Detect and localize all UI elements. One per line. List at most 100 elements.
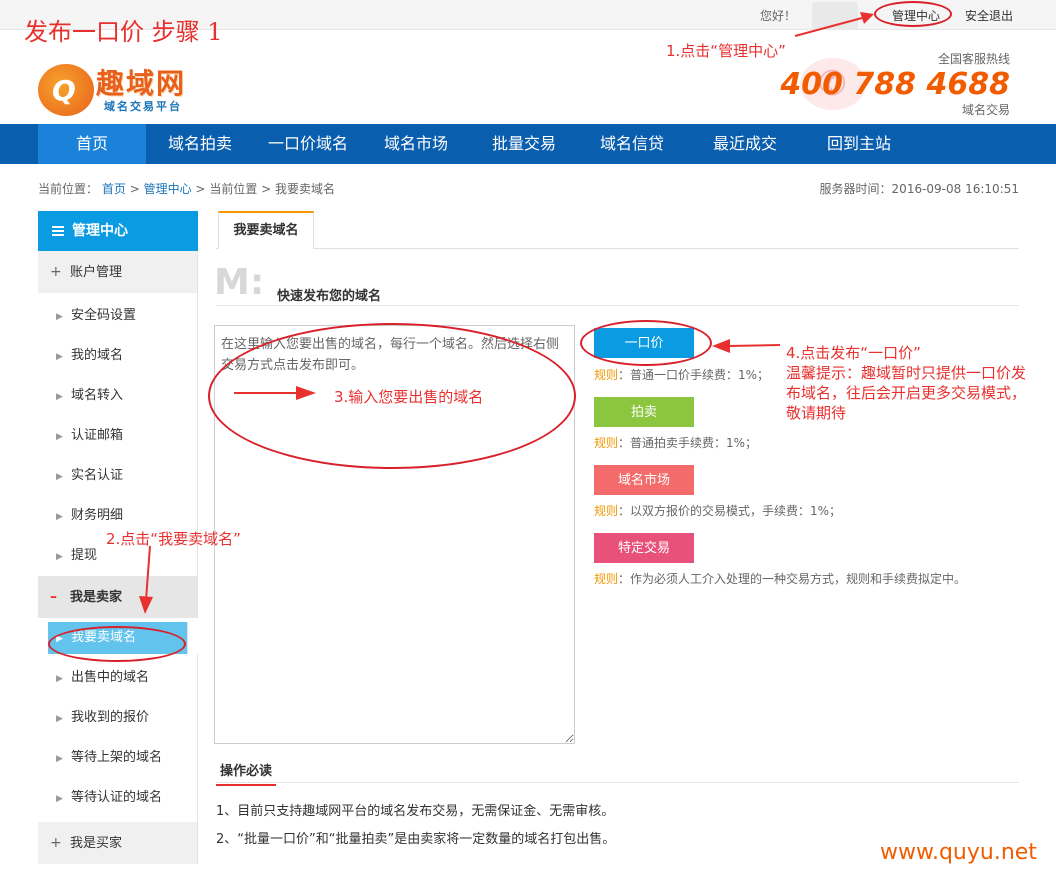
annotation-ellipse-fixed-price: [580, 320, 712, 366]
annotation-ellipse-sell: [48, 626, 186, 662]
caret-right-icon: ▶: [56, 512, 63, 522]
nav-item-auction[interactable]: 域名拍卖: [146, 124, 254, 164]
section-letter: M:: [214, 262, 265, 303]
caret-right-icon: ▶: [56, 432, 63, 442]
market-rule: 规则：以双方报价的交易模式，手续费：1%；: [594, 502, 841, 519]
sidebar-group-seller[interactable]: – 我是卖家: [38, 576, 198, 618]
caret-right-icon: ▶: [56, 674, 63, 684]
sidebar-item-label: 实名认证: [71, 468, 124, 483]
annotation-tip-line1: 温馨提示：趣域暂时只提供一口价发: [786, 364, 1027, 382]
menu-icon: [52, 224, 64, 238]
nav-item-home[interactable]: 首页: [38, 124, 146, 164]
logout-link[interactable]: 安全退出: [965, 7, 1013, 24]
sidebar-item-label: 我的域名: [71, 348, 124, 363]
greeting-text: 您好！: [760, 9, 797, 23]
special-deal-button[interactable]: 特定交易: [594, 533, 694, 563]
caret-right-icon: ▶: [56, 714, 63, 724]
breadcrumb-sep: >: [261, 182, 272, 196]
plus-icon: +: [50, 835, 62, 851]
nav-item-market[interactable]: 域名市场: [362, 124, 470, 164]
nav-item-fixed-price[interactable]: 一口价域名: [254, 124, 362, 164]
breadcrumb: 当前位置： 首页 > 管理中心 > 当前位置 > 我要卖域名: [38, 180, 335, 197]
caret-right-icon: ▶: [56, 352, 63, 362]
logo-mark-letter: Q: [52, 74, 76, 107]
sidebar-group-account[interactable]: + 账户管理: [38, 251, 198, 293]
user-avatar: [812, 2, 858, 30]
annotation-ellipse-manage: [874, 1, 952, 27]
annotation-step1: 1.点击“管理中心”: [666, 42, 786, 60]
sidebar-item-label: 出售中的域名: [71, 670, 150, 685]
step-title: 发布一口价 步骤 1: [24, 18, 223, 46]
sidebar-item-my-domains[interactable]: ▶ 我的域名: [38, 336, 198, 376]
sidebar-item-label: 安全码设置: [71, 308, 137, 323]
annotation-tip-line2: 布域名，往后会开启更多交易模式，: [786, 384, 1027, 402]
annotation-step3: 3.输入您要出售的域名: [334, 388, 484, 406]
rule-key: 规则: [594, 368, 619, 382]
notice-item: 1、目前只支持趣域网平台的域名发布交易，无需保证金、无需审核。: [216, 804, 615, 819]
sidebar-item-label: 我收到的报价: [71, 710, 150, 725]
market-button[interactable]: 域名市场: [594, 465, 694, 495]
section-title: 快速发布您的域名: [277, 289, 382, 304]
rule-key: 规则: [594, 436, 619, 450]
breadcrumb-sep: >: [195, 182, 206, 196]
divider: [216, 305, 1019, 306]
notice-item: 2、“批量一口价”和“批量拍卖”是由卖家将一定数量的域名打包出售。: [216, 832, 616, 847]
tab-bar: 我要卖域名: [216, 211, 1019, 249]
sidebar-item-security-code[interactable]: ▶ 安全码设置: [38, 296, 198, 336]
auction-rule: 规则：普通拍卖手续费：1%；: [594, 434, 757, 451]
nav-item-main-site[interactable]: 回到主站: [804, 124, 914, 164]
sidebar-group-buyer[interactable]: + 我是买家: [38, 822, 198, 864]
nav-item-credit[interactable]: 域名信贷: [578, 124, 686, 164]
sidebar-group-label: 我是买家: [70, 836, 123, 851]
sidebar-item-label: 等待认证的域名: [71, 790, 163, 805]
rule-text: ：以双方报价的交易模式，手续费：1%；: [618, 504, 842, 518]
logo-name: 趣域网: [96, 67, 187, 100]
nav-item-bulk[interactable]: 批量交易: [470, 124, 578, 164]
sidebar-item-pending-listing[interactable]: ▶ 等待上架的域名: [38, 738, 198, 778]
special-deal-rule: 规则：作为必须人工介入处理的一种交易方式，规则和手续费拟定中。: [594, 570, 966, 587]
breadcrumb-current: 我要卖域名: [275, 182, 336, 196]
rule-text: ：普通一口价手续费：1%；: [618, 368, 770, 382]
main-nav: 首页 域名拍卖 一口价域名 域名市场 批量交易 域名信贷 最近成交 回到主站: [0, 124, 1056, 164]
minus-icon: –: [50, 589, 57, 605]
hotline-number: 400 788 4688: [780, 67, 1010, 102]
rule-text: ：作为必须人工介入处理的一种交易方式，规则和手续费拟定中。: [618, 572, 967, 586]
sidebar-item-pending-verify[interactable]: ▶ 等待认证的域名: [38, 778, 198, 818]
site-logo[interactable]: Q 趣域网 域名交易平台: [38, 60, 198, 116]
caret-right-icon: ▶: [56, 392, 63, 402]
watermark: www.quyu.net: [880, 840, 1037, 865]
annotation-tip-line3: 敬请期待: [786, 404, 847, 422]
sidebar-item-domain-transfer[interactable]: ▶ 域名转入: [38, 376, 198, 416]
sidebar-item-label: 提现: [71, 548, 98, 563]
breadcrumb-current-label: 当前位置: [209, 182, 258, 196]
server-time: 服务器时间：2016-09-08 16:10:51: [819, 182, 1019, 196]
sidebar-item-real-name[interactable]: ▶ 实名认证: [38, 456, 198, 496]
sidebar-item-label: 财务明细: [71, 508, 124, 523]
breadcrumb-prefix: 当前位置：: [38, 182, 99, 196]
breadcrumb-home[interactable]: 首页: [102, 182, 126, 196]
sidebar-item-verify-email[interactable]: ▶ 认证邮箱: [38, 416, 198, 456]
caret-right-icon: ▶: [56, 312, 63, 322]
divider: [216, 782, 1019, 783]
rule-key: 规则: [594, 504, 619, 518]
sidebar-header-label: 管理中心: [72, 223, 128, 239]
sidebar-item-received-offers[interactable]: ▶ 我收到的报价: [38, 698, 198, 738]
breadcrumb-manage[interactable]: 管理中心: [144, 182, 192, 196]
hotline-sub: 域名交易: [961, 103, 1010, 117]
caret-right-icon: ▶: [56, 472, 63, 482]
sidebar-group-label: 账户管理: [70, 265, 123, 280]
breadcrumb-sep: >: [129, 182, 140, 196]
auction-button[interactable]: 拍卖: [594, 397, 694, 427]
sidebar-header: 管理中心: [38, 211, 198, 251]
sidebar-item-label: 等待上架的域名: [71, 750, 163, 765]
caret-right-icon: ▶: [56, 754, 63, 764]
rule-key: 规则: [594, 572, 619, 586]
hotline-label: 全国客服热线: [937, 52, 1010, 66]
rule-text: ：普通拍卖手续费：1%；: [618, 436, 758, 450]
logo-tagline: 域名交易平台: [104, 100, 182, 113]
annotation-step2: 2.点击“我要卖域名”: [106, 530, 241, 548]
tab-sell-domain[interactable]: 我要卖域名: [218, 211, 314, 249]
sidebar-item-on-sale[interactable]: ▶ 出售中的域名: [38, 658, 198, 698]
nav-item-recent-deals[interactable]: 最近成交: [690, 124, 800, 164]
sidebar-group-label: 我是卖家: [70, 590, 123, 605]
